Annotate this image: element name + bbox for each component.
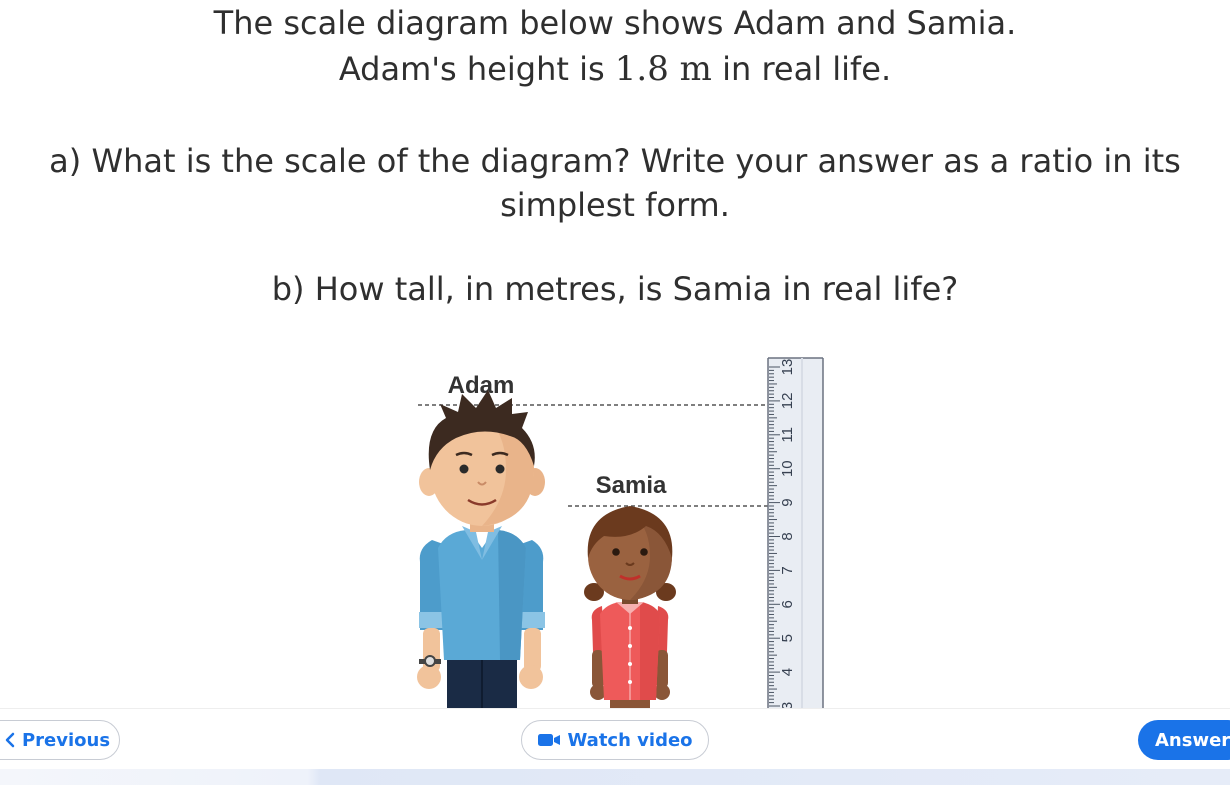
adam-figure bbox=[417, 390, 545, 710]
ruler-label: 9 bbox=[779, 498, 796, 506]
video-camera-icon bbox=[537, 732, 561, 748]
adam-height-value: 1.8 m bbox=[614, 49, 712, 89]
ruler-label: 13 bbox=[779, 359, 796, 376]
part-a-line-1: a) What is the scale of the diagram? Wri… bbox=[49, 142, 1181, 180]
ruler-label: 7 bbox=[779, 566, 796, 574]
ruler-label: 5 bbox=[779, 634, 796, 642]
ruler: 345678910111213 bbox=[767, 357, 824, 710]
scale-diagram: Adam Samia 345678910111213 bbox=[417, 357, 824, 710]
ruler-label: 4 bbox=[779, 668, 796, 676]
previous-button[interactable]: Previous bbox=[0, 720, 120, 760]
question-line-1: The scale diagram below shows Adam and S… bbox=[213, 4, 1017, 42]
ruler-label: 6 bbox=[779, 600, 796, 608]
samia-label: Samia bbox=[596, 472, 667, 499]
part-a-line-2: simplest form. bbox=[500, 186, 730, 224]
ruler-label: 10 bbox=[779, 460, 796, 477]
question-line-2-prefix: Adam's height is bbox=[338, 50, 615, 88]
part-b-text: b) How tall, in metres, is Samia in real… bbox=[271, 270, 959, 308]
question-line-2-suffix: in real life. bbox=[711, 50, 892, 88]
answer-label: Answer bbox=[1155, 729, 1230, 751]
previous-label: Previous bbox=[21, 729, 111, 751]
ruler-label: 8 bbox=[779, 532, 796, 540]
chevron-left-icon bbox=[4, 732, 16, 748]
bottom-strip bbox=[0, 769, 1230, 785]
ruler-label: 11 bbox=[779, 427, 796, 443]
answer-button[interactable]: Answer bbox=[1138, 720, 1230, 760]
watch-video-button[interactable]: Watch video bbox=[521, 720, 709, 760]
adam-label: Adam bbox=[448, 372, 515, 399]
ruler-label: 12 bbox=[779, 393, 796, 410]
samia-figure bbox=[584, 506, 676, 710]
question-line-2: Adam's height is 1.8 m in real life. bbox=[0, 46, 1230, 92]
watch-video-label: Watch video bbox=[567, 729, 693, 751]
